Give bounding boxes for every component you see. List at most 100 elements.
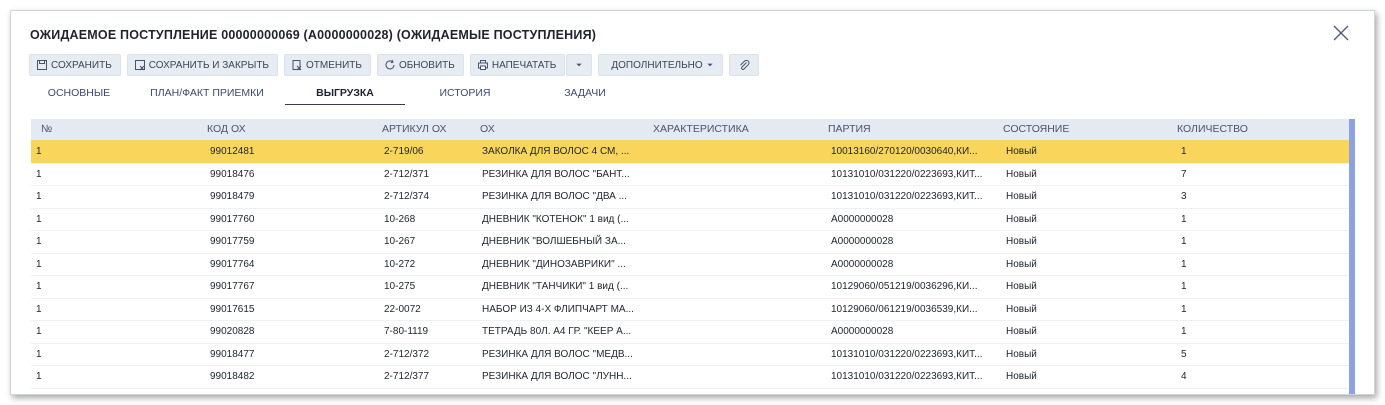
- attach-button[interactable]: [728, 54, 759, 76]
- cell-article: 2-712/371: [384, 168, 430, 180]
- tab-export[interactable]: ВЫГРУЗКА: [285, 83, 405, 105]
- cell-article: 2-719/06: [384, 146, 424, 157]
- table-row[interactable]: 1 99017767 10-275 ДНЕВНИК "ТАНЧИКИ" 1 вид (…: [31, 275, 1349, 299]
- cell-batch: 10131010/031220/0223693,КИТ...: [831, 348, 983, 360]
- col-article[interactable]: АРТИКУЛ ОХ: [382, 123, 447, 135]
- print-dropdown-button[interactable]: [566, 54, 593, 76]
- cell-item: ДНЕВНИК "КОТЕНОК" 1 вид (...: [482, 213, 629, 225]
- col-characteristic[interactable]: ХАРАКТЕРИСТИКА: [653, 123, 749, 135]
- cancel-button[interactable]: ОТМЕНИТЬ: [284, 54, 371, 76]
- table-row[interactable]: 1 99017615 22-0072 НАБОР ИЗ 4-Х ФЛИПЧАРТ МА…: [31, 298, 1349, 321]
- col-batch[interactable]: ПАРТИЯ: [828, 123, 871, 135]
- cell-quantity: 5: [1181, 348, 1187, 360]
- tab-history[interactable]: ИСТОРИЯ: [405, 83, 525, 105]
- print-label: НАПЕЧАТАТЬ: [491, 59, 557, 71]
- cell-state: Новый: [1006, 258, 1037, 270]
- close-icon[interactable]: [1332, 24, 1350, 42]
- paperclip-icon: [739, 59, 750, 70]
- col-item[interactable]: ОХ: [480, 123, 495, 135]
- cell-batch: 10129060/061219/0036539,КИ...: [831, 303, 978, 315]
- tab-tasks[interactable]: ЗАДАЧИ: [525, 83, 645, 105]
- cell-batch: А0000000028: [831, 213, 894, 225]
- cell-number: 1: [36, 303, 42, 315]
- vertical-scrollbar[interactable]: [1349, 119, 1355, 394]
- cell-batch: 10129060/051219/0036296,КИ...: [831, 281, 978, 292]
- table-row[interactable]: 1 99018479 2-712/374 РЕЗИНКА ДЛЯ ВОЛОС "ДВА…: [31, 185, 1349, 209]
- table-row[interactable]: 1 99017760 10-268 ДНЕВНИК "КОТЕНОК" 1 вид (…: [31, 208, 1349, 231]
- cell-article: 10-268: [384, 213, 416, 225]
- cell-code: 99017759: [210, 236, 255, 247]
- cell-code: 99018476: [210, 168, 255, 180]
- col-quantity[interactable]: КОЛИЧЕСТВО: [1177, 123, 1248, 135]
- cell-batch: 10013160/270120/0030640,КИ...: [831, 146, 978, 157]
- cell-state: Новый: [1006, 213, 1037, 225]
- cell-number: 1: [36, 281, 42, 292]
- cell-quantity: 3: [1181, 191, 1187, 202]
- cell-number: 1: [36, 258, 42, 270]
- cell-quantity: 1: [1181, 281, 1187, 292]
- cell-item: ДНЕВНИК "ТАНЧИКИ" 1 вид (...: [482, 281, 629, 292]
- cell-quantity: 1: [1181, 303, 1187, 315]
- save-label: СОХРАНИТЬ: [51, 59, 112, 71]
- cell-article: 2-712/372: [384, 348, 430, 360]
- cell-state: Новый: [1006, 281, 1037, 292]
- refresh-button[interactable]: ОБНОВИТЬ: [376, 54, 464, 76]
- cell-item: РЕЗИНКА ДЛЯ ВОЛОС "БАНТ...: [482, 168, 630, 180]
- dialog-title: ОЖИДАЕМОЕ ПОСТУПЛЕНИЕ 00000000069 (А0000…: [30, 28, 597, 42]
- table-row[interactable]: 1 99018482 2-712/377 РЕЗИНКА ДЛЯ ВОЛОС "ЛУН…: [31, 365, 1349, 389]
- cell-batch: 10131010/031220/0223693,КИТ...: [831, 371, 983, 382]
- cell-number: 1: [36, 146, 42, 157]
- cell-state: Новый: [1006, 348, 1037, 360]
- table-row[interactable]: 1 99018477 2-712/372 РЕЗИНКА ДЛЯ ВОЛОС "МЕД…: [31, 343, 1349, 366]
- cell-state: Новый: [1006, 146, 1037, 157]
- caret-down-icon: [706, 63, 713, 67]
- cell-code: 99017767: [210, 281, 255, 292]
- table-row[interactable]: 1 99012481 2-719/06 ЗАКОЛКА ДЛЯ ВОЛОС 4 СМ,…: [31, 140, 1349, 164]
- table-row[interactable]: 1 99018476 2-712/371 РЕЗИНКА ДЛЯ ВОЛОС "БАН…: [31, 163, 1349, 186]
- cell-article: 7-80-1119: [384, 326, 429, 337]
- cell-batch: 10131010/031220/0223693,КИТ...: [831, 191, 983, 202]
- cell-state: Новый: [1006, 236, 1037, 247]
- cell-code: 99018482: [210, 371, 255, 382]
- cell-article: 22-0072: [384, 303, 421, 315]
- cell-code: 99017764: [210, 258, 255, 270]
- cell-number: 1: [36, 213, 42, 225]
- cell-item: НАБОР ИЗ 4-Х ФЛИПЧАРТ МА...: [482, 303, 634, 315]
- more-label: ДОПОЛНИТЕЛЬНО: [611, 59, 703, 71]
- cancel-label: ОТМЕНИТЬ: [306, 59, 362, 71]
- cell-article: 10-272: [384, 258, 416, 270]
- printer-icon: [477, 60, 488, 70]
- cell-number: 1: [36, 236, 42, 247]
- col-number[interactable]: №: [41, 123, 52, 135]
- more-button[interactable]: ДОПОЛНИТЕЛЬНО: [598, 54, 723, 76]
- tab-main[interactable]: ОСНОВНЫЕ: [29, 83, 129, 105]
- print-button[interactable]: НАПЕЧАТАТЬ: [469, 54, 566, 76]
- table-row[interactable]: 1 99017764 10-272 ДНЕВНИК "ДИНОЗАВРИКИ" ...…: [31, 253, 1349, 276]
- col-state[interactable]: СОСТОЯНИЕ: [1003, 123, 1069, 135]
- save-and-close-button[interactable]: СОХРАНИТЬ И ЗАКРЫТЬ: [126, 54, 278, 76]
- tab-plan-fact[interactable]: ПЛАН/ФАКТ ПРИЕМКИ: [129, 83, 285, 105]
- dialog-window: ОЖИДАЕМОЕ ПОСТУПЛЕНИЕ 00000000069 (А0000…: [10, 10, 1375, 395]
- table-row[interactable]: 1 99020828 7-80-1119 ТЕТРАДЬ 80Л. А4 ГР. "К…: [31, 320, 1349, 344]
- cell-article: 10-275: [384, 281, 416, 292]
- table-row[interactable]: 1 99017759 10-267 ДНЕВНИК "ВОЛШЕБНЫЙ ЗА... А…: [31, 230, 1349, 254]
- save-and-close-label: СОХРАНИТЬ И ЗАКРЫТЬ: [148, 59, 269, 71]
- col-code[interactable]: КОД ОХ: [207, 123, 246, 135]
- caret-down-icon: [576, 63, 583, 67]
- cell-code: 99020828: [210, 326, 255, 337]
- cell-item: ТЕТРАДЬ 80Л. А4 ГР. "КЕЕР А...: [482, 326, 632, 337]
- save-close-icon: [134, 60, 145, 71]
- cell-article: 10-267: [384, 236, 416, 247]
- cell-quantity: 4: [1181, 371, 1187, 382]
- refresh-label: ОБНОВИТЬ: [398, 59, 455, 71]
- cell-state: Новый: [1006, 168, 1037, 180]
- cell-code: 99017760: [210, 213, 255, 225]
- save-button[interactable]: СОХРАНИТЬ: [29, 54, 121, 76]
- cell-quantity: 1: [1181, 146, 1187, 157]
- cell-item: ДНЕВНИК "ДИНОЗАВРИКИ" ...: [482, 258, 626, 270]
- cell-item: РЕЗИНКА ДЛЯ ВОЛОС "ЛУНН...: [482, 371, 632, 382]
- cell-item: РЕЗИНКА ДЛЯ ВОЛОС "ДВА ...: [482, 191, 627, 202]
- cell-number: 1: [36, 326, 42, 337]
- document-cancel-icon: [292, 60, 302, 71]
- data-grid: № КОД ОХ АРТИКУЛ ОХ ОХ ХАРАКТЕРИСТИКА ПА…: [31, 119, 1349, 394]
